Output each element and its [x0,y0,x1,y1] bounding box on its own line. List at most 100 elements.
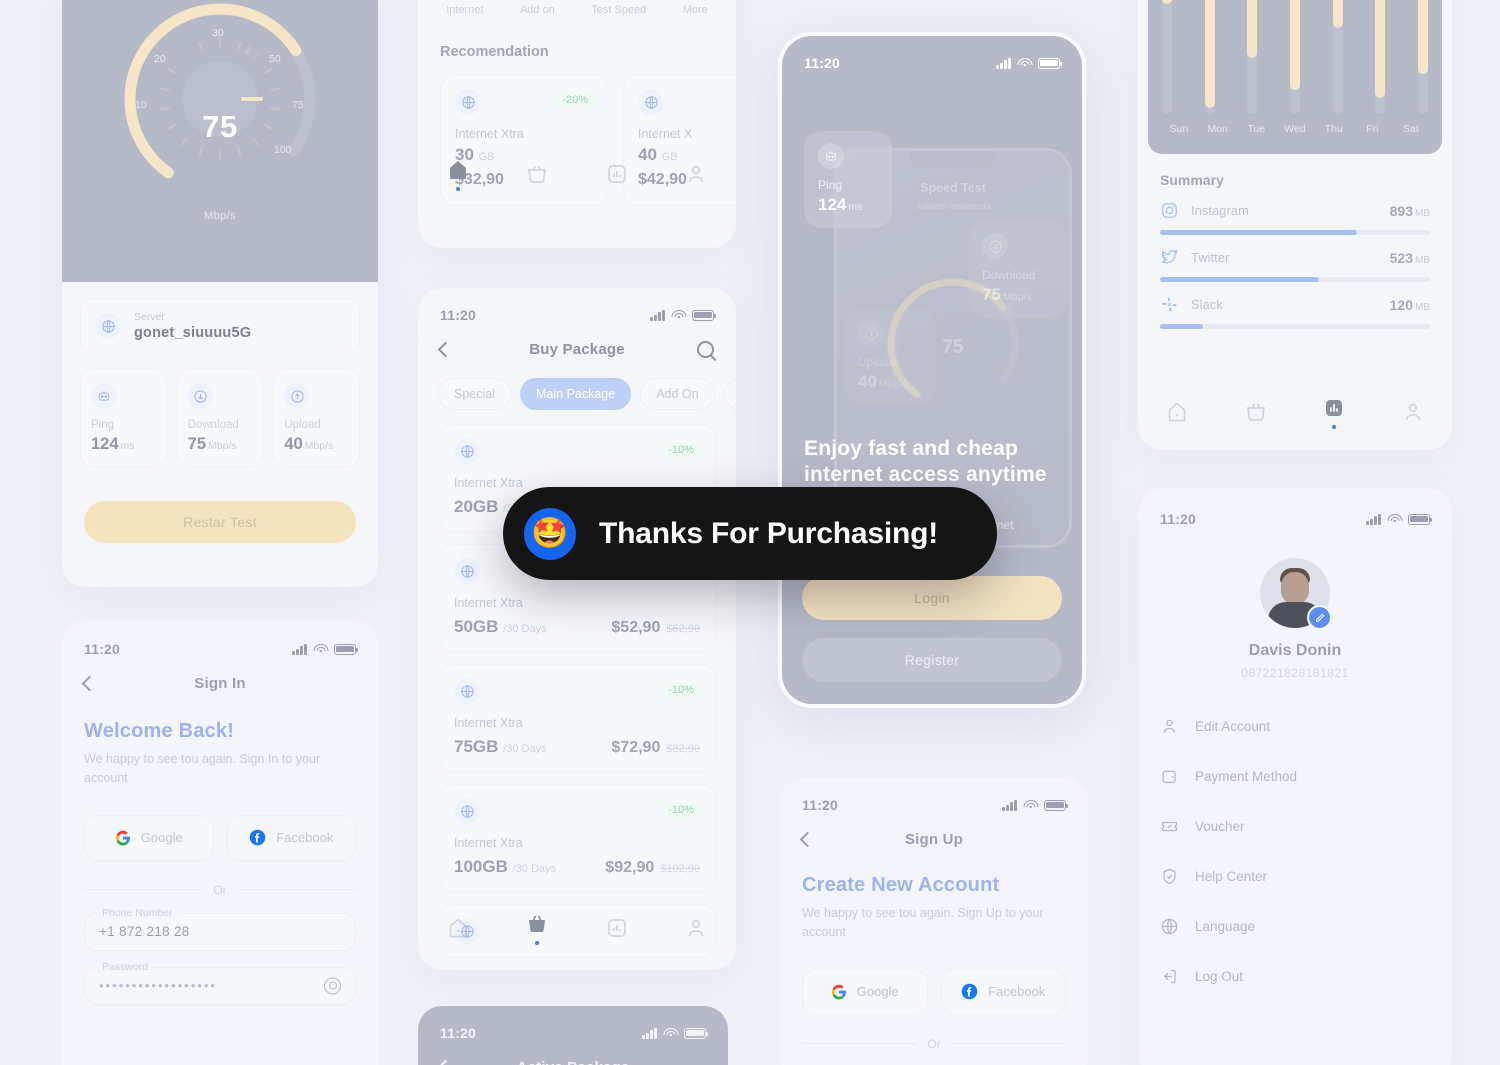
list-item[interactable]: Instagram 893 MB [1138,188,1452,235]
active-indicator-dot [455,186,460,191]
social-label: Google [856,984,899,1000]
bottom-nav-profile[interactable] [684,916,708,940]
tab-add-on[interactable]: Add On [640,378,715,410]
avatar [1260,558,1332,630]
chevron-left-icon[interactable] [81,675,98,691]
metric-upload: Upload 40 Mbp/s [273,368,361,467]
restart-test-button[interactable]: Restar Test [84,501,356,543]
recommendation-title: Recomendation [440,44,549,60]
menu-item-help-center[interactable]: Help Center [1138,851,1452,901]
menu-item-edit-account[interactable]: Edit Account [1138,702,1452,751]
speed-result-body: Server gonet_siuuuu5G Ping 124 ms Downlo… [62,282,378,543]
profile-icon [688,919,704,937]
profile-icon [688,165,704,183]
menu-item-payment-method[interactable]: Payment Method [1138,751,1452,801]
discount-badge: -20% [553,91,597,109]
facebook-login-button[interactable]: Facebook [226,814,356,861]
download-arrow-icon [982,233,1008,259]
metric-value: 40 [284,435,303,453]
package-period: /30 Days [503,623,547,635]
bar-track [1204,0,1215,114]
sign-up-screen: 11:20 Sign Up Create New Account We happ… [780,778,1088,1065]
quick-menu-internet[interactable]: Internet [446,4,483,16]
hero-inner: 11:20 Speed Test Jakarta-Indonesia 75 Pi… [782,36,1082,704]
server-card[interactable]: Server gonet_siuuuu5G [80,298,360,354]
bottom-nav-home[interactable] [1165,400,1189,424]
bottom-nav-chart[interactable] [605,916,629,940]
field-label: Phone Number [97,906,178,919]
bottom-nav-cart[interactable] [1244,400,1268,424]
chevron-left-icon[interactable] [437,1059,454,1065]
globe-icon [1161,918,1178,935]
package-name: Internet Xtra [454,596,523,610]
package-tabs: Special Main Package Add On Er [418,370,736,410]
bar-track [1417,0,1428,114]
server-label: Server [134,311,165,323]
gauge-unit: Mbp/s [204,210,236,222]
list-item[interactable]: Slack 120 MB [1138,282,1452,329]
bottom-nav-home[interactable] [446,916,470,940]
phone-number-field[interactable]: Phone Number +1 872 218 28 [84,906,356,951]
tab-extra[interactable]: Er [723,378,736,410]
discount-badge: -10% [659,681,703,699]
table-row[interactable]: -10% Internet Xtra 75GB /30 Days $72,90 $… [438,664,716,772]
register-button[interactable]: Register [802,638,1062,682]
google-signup-button[interactable]: Google [802,968,928,1015]
google-icon [115,830,130,846]
screenshot-canvas: 75 Mbp/s 0 10 20 30 50 75 100 Server gon… [0,0,1500,1065]
active-package-screen: 11:20 Active Package [418,1006,728,1065]
gauge-tick-75: 75 [292,99,304,111]
package-size: 100GB [454,857,508,876]
chart-label-sun: Sun [1169,123,1189,135]
profile-phone: 087221828181821 [1241,666,1349,680]
battery-icon [692,309,717,321]
bottom-nav-home[interactable] [446,158,470,191]
card-label: Upload [858,355,897,369]
mock-notch [910,151,996,168]
toast-notification[interactable]: 🤩 Thanks For Purchasing! [503,487,997,580]
eye-icon[interactable] [324,977,341,995]
password-field[interactable]: Password •••••••••••••••••• [84,960,356,1005]
bar-col [1332,0,1343,114]
menu-item-log-out[interactable]: Log Out [1138,951,1452,1001]
chevron-left-icon[interactable] [437,341,454,357]
bottom-nav-chart[interactable] [605,162,629,186]
bottom-nav-profile[interactable] [684,162,708,186]
bottom-nav [1138,384,1452,440]
wallet-icon [1162,770,1176,784]
login-button[interactable]: Login [802,576,1062,620]
sign-up-subtitle: We happy to see tou again. Sign Up to yo… [802,906,1044,940]
tab-special[interactable]: Special [438,378,511,410]
status-bar: 11:20 [1138,506,1452,532]
bottom-nav-profile[interactable] [1401,400,1425,424]
facebook-signup-button[interactable]: Facebook [940,968,1066,1015]
bottom-nav-chart[interactable] [1322,396,1346,429]
package-price: $92,90 [605,859,655,876]
facebook-icon [249,829,266,846]
facebook-icon [961,983,978,1000]
quick-menu-test-speed[interactable]: Test Speed [591,4,646,16]
table-row[interactable]: -10% Internet Xtra 100GB /30 Days $92,90… [438,784,716,892]
slack-icon [1162,297,1177,312]
download-arrow-icon [187,383,214,409]
chevron-left-icon[interactable] [799,831,816,847]
bottom-nav-cart[interactable] [525,912,549,945]
google-login-button[interactable]: Google [84,814,214,861]
list-item[interactable]: Twitter 523 MB [1138,235,1452,282]
bar-fill [1247,0,1258,58]
status-indicators [1366,513,1433,525]
card-unit: ms [848,201,863,213]
menu-item-language[interactable]: Language [1138,901,1452,951]
page-title: Sign In [194,674,246,692]
bottom-nav-cart[interactable] [525,162,549,186]
tab-main-package[interactable]: Main Package [520,378,632,410]
page-title: Sign Up [904,830,964,848]
discount-badge: -10% [659,801,703,819]
quick-menu-add-on[interactable]: Add on [520,4,555,16]
search-icon[interactable] [697,340,714,358]
menu-item-voucher[interactable]: Voucher [1138,801,1452,851]
upload-arrow-icon [858,320,884,346]
quick-menu-more[interactable]: More [683,4,708,16]
pencil-icon[interactable] [1307,605,1332,630]
gauge-tick-0: 0 [144,150,150,162]
